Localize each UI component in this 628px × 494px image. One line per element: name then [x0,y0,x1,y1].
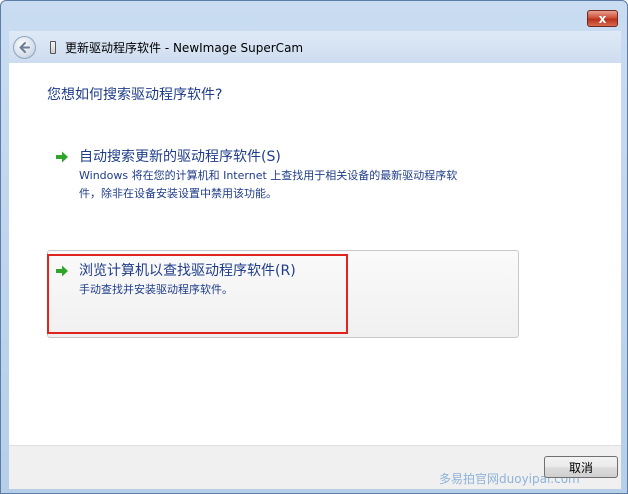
option-browse-computer[interactable]: 浏览计算机以查找驱动程序软件(R) 手动查找并安装驱动程序软件。 [55,261,495,299]
back-button[interactable] [13,35,36,59]
question-heading: 您想如何搜索驱动程序软件? [47,87,223,103]
footer: 多易拍官网duoyipai.com 取消 [9,445,621,489]
close-icon: x [598,11,607,26]
dialog-window: x 更新驱动程序软件 - NewImage SuperCam 您想如何搜索驱动程… [0,0,628,494]
option-auto-search-desc-line2: 件，除非在设备安装设置中禁用该功能。 [79,187,277,200]
content-area: 您想如何搜索驱动程序软件? 自动搜索更新的驱动程序软件(S) Windows 将… [9,63,621,445]
option-auto-search-desc-line1: Windows 将在您的计算机和 Internet 上查找用于相关设备的最新驱动… [79,169,458,182]
green-arrow-icon [56,151,68,163]
back-arrow-icon [19,41,30,53]
header-title: 更新驱动程序软件 - NewImage SuperCam [65,40,304,55]
device-icon [50,40,56,54]
green-arrow-icon [56,265,68,277]
close-button[interactable]: x [587,10,618,27]
option-auto-search[interactable]: 自动搜索更新的驱动程序软件(S) Windows 将在您的计算机和 Intern… [55,147,505,203]
option-browse-title: 浏览计算机以查找驱动程序软件(R) [79,263,296,279]
cancel-button[interactable]: 取消 [544,456,618,478]
option-browse-desc: 手动查找并安装驱动程序软件。 [79,283,233,296]
header-bar: 更新驱动程序软件 - NewImage SuperCam [9,31,621,63]
option-auto-search-title: 自动搜索更新的驱动程序软件(S) [79,149,281,165]
